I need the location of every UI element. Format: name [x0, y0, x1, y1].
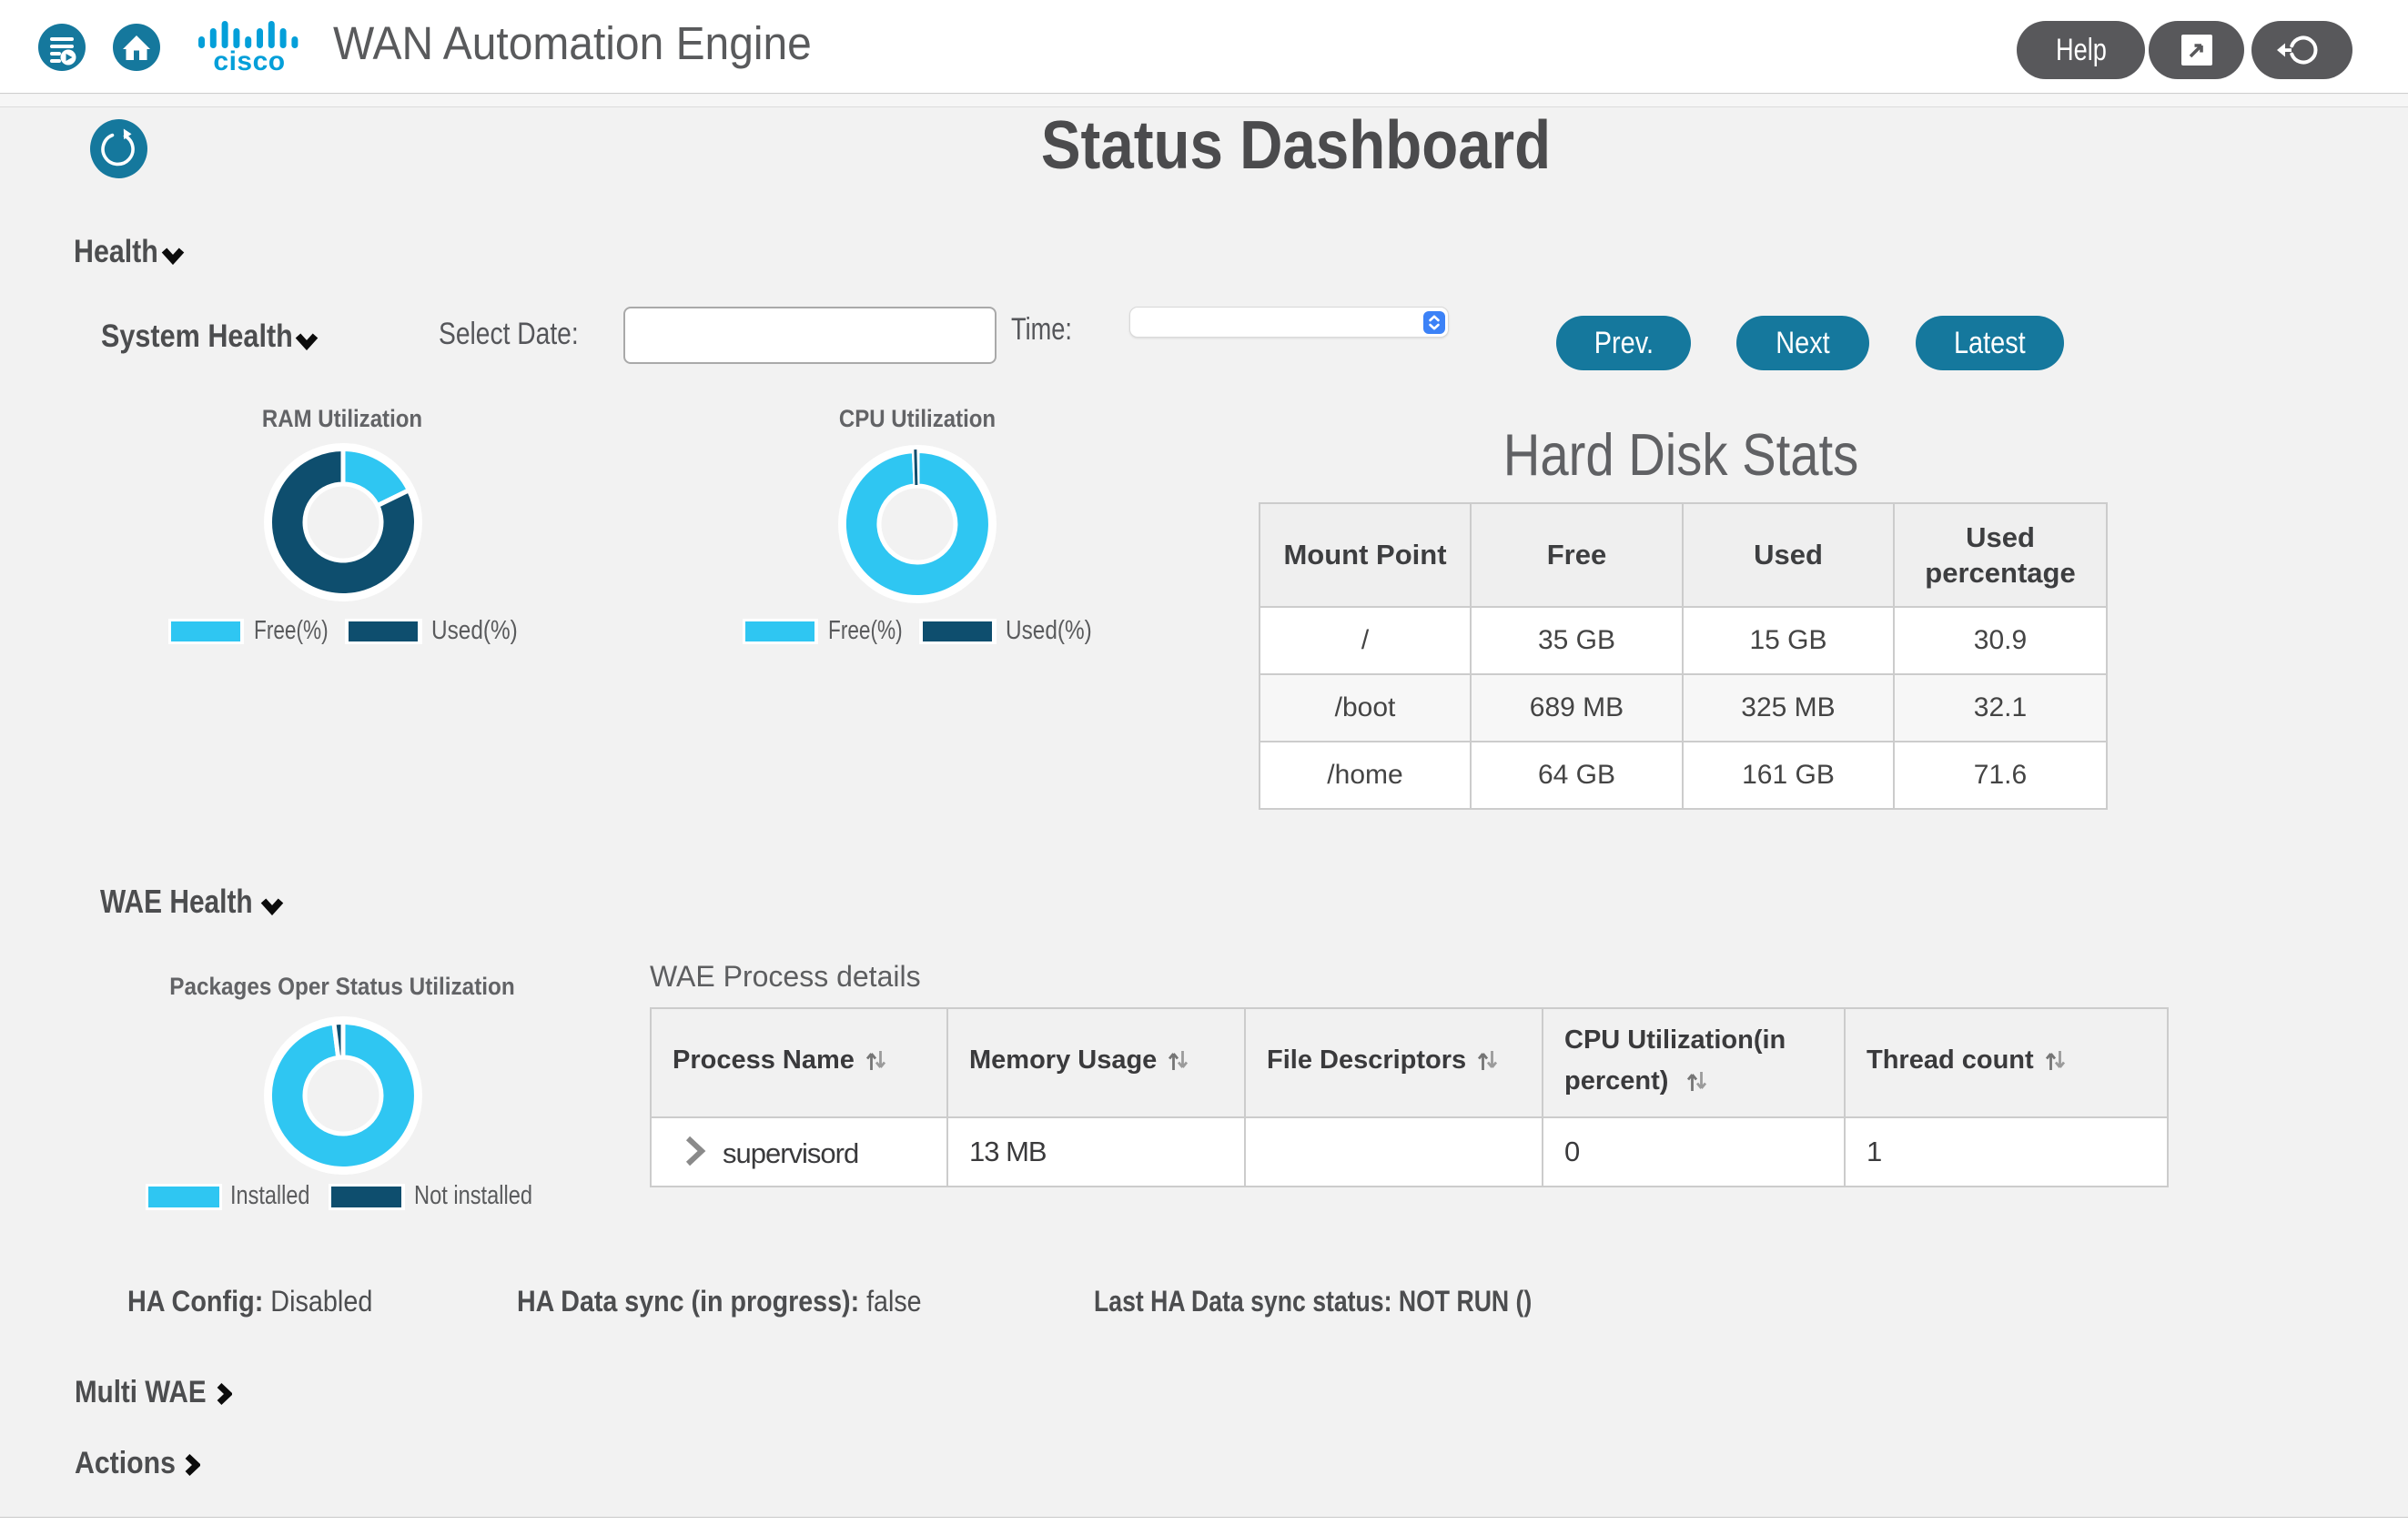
svg-text:cisco: cisco: [213, 46, 285, 75]
